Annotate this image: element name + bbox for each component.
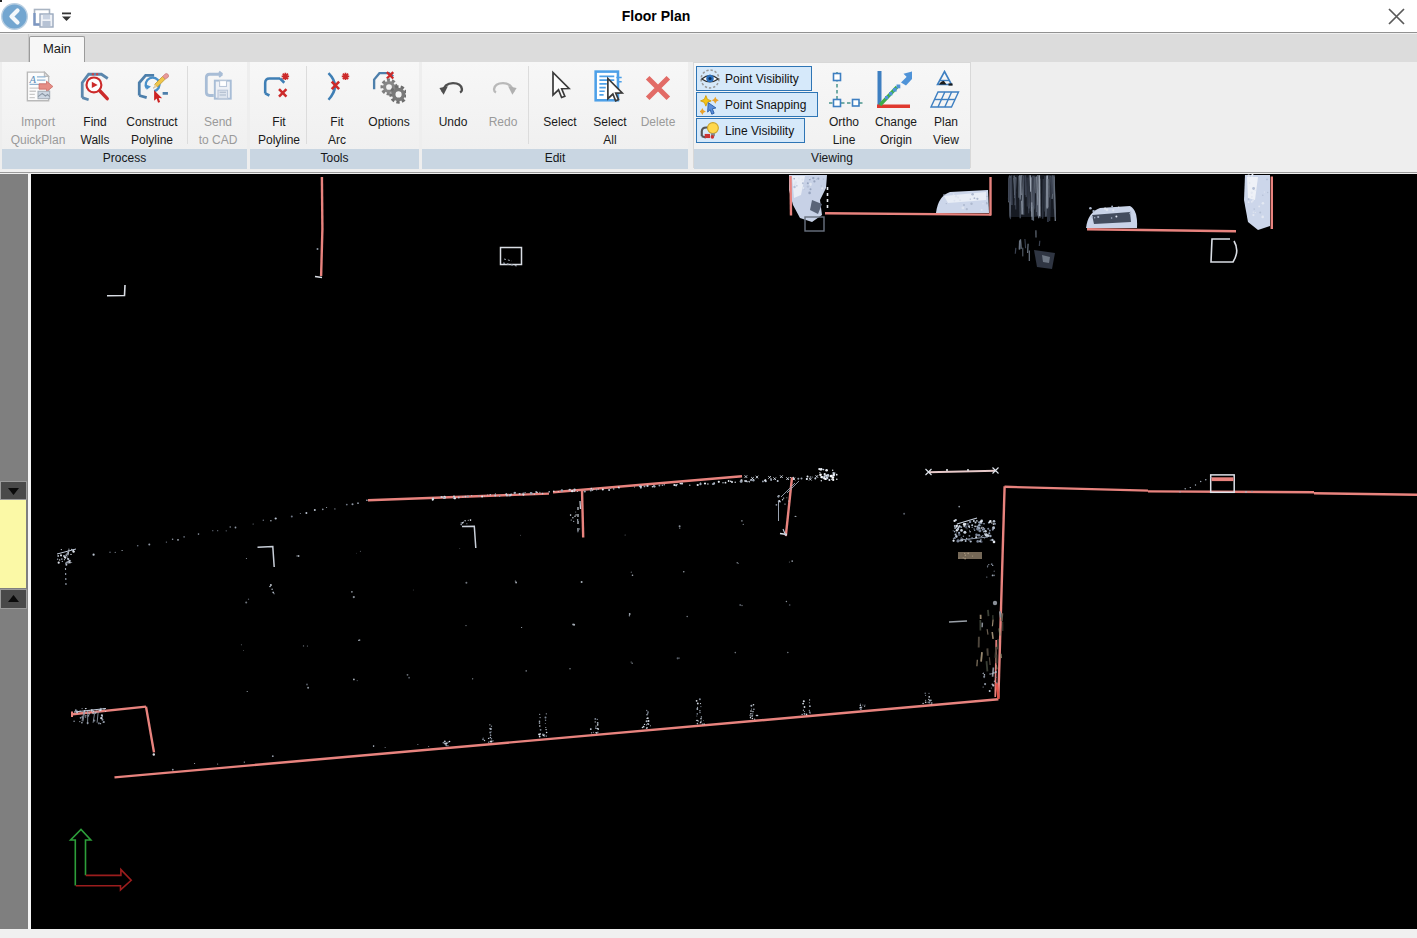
svg-text:A: A (29, 74, 37, 85)
